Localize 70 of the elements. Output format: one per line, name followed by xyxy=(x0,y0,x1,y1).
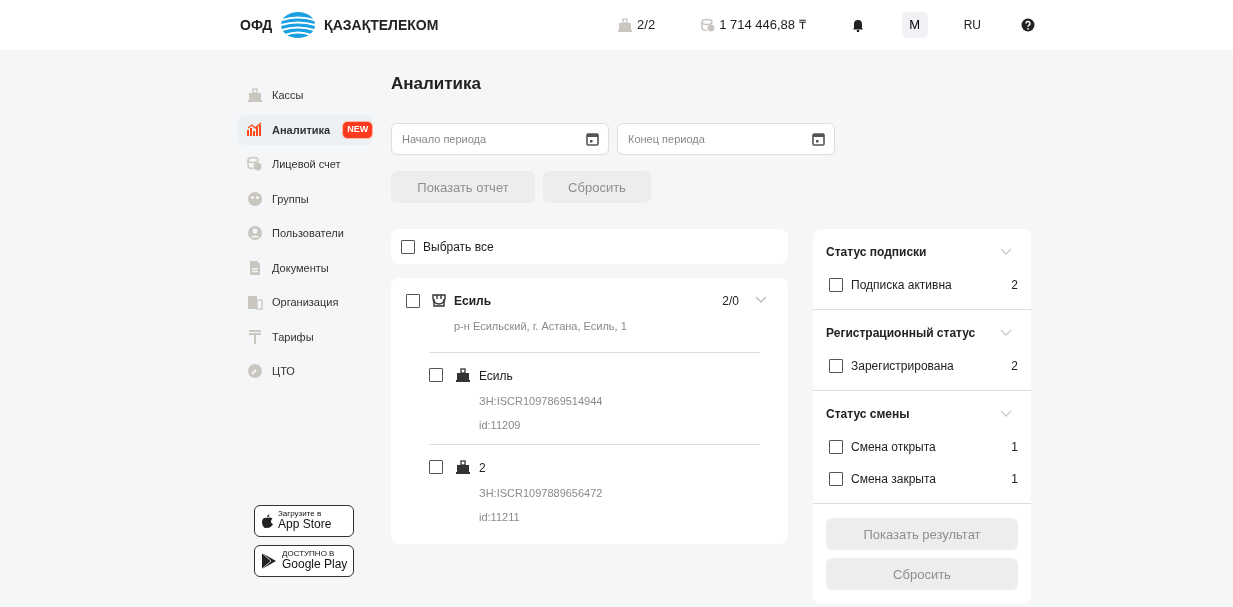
document-icon xyxy=(247,259,263,276)
kkm-count: 2/2 xyxy=(637,16,656,35)
register-name: Есиль xyxy=(479,367,514,385)
user-icon xyxy=(247,225,263,242)
play-icon xyxy=(261,552,277,570)
tenge-icon xyxy=(247,328,263,345)
language-selector[interactable]: RU xyxy=(963,16,981,34)
sidebar-item[interactable]: Организация xyxy=(238,287,372,318)
help-icon[interactable] xyxy=(1021,18,1035,32)
register-count: 2/0 xyxy=(722,293,739,311)
sidebar-item[interactable]: Кассы xyxy=(238,80,372,111)
filter-option: Смена закрыта xyxy=(851,470,1004,489)
chart-icon xyxy=(247,121,263,138)
logo-text: ОФД xyxy=(240,15,273,35)
store-address: р-н Есильский, г. Астана, Есиль, 1 xyxy=(454,319,628,335)
group-icon xyxy=(247,190,263,207)
coins-icon xyxy=(247,156,263,173)
option-count: 2 xyxy=(1011,277,1018,295)
cash-register-icon xyxy=(455,458,471,475)
filter-title: Статус подписки xyxy=(826,244,927,262)
date-field[interactable]: Конец периода xyxy=(617,123,835,156)
option-count: 2 xyxy=(1011,358,1018,376)
date-field[interactable]: Начало периода xyxy=(391,123,609,156)
cash-register-icon xyxy=(455,366,471,383)
checkbox[interactable] xyxy=(429,459,443,474)
calendar-icon xyxy=(812,132,825,147)
sidebar-item[interactable]: Лицевой счет xyxy=(238,149,372,180)
new-tag: NEW xyxy=(343,122,373,138)
checkbox[interactable] xyxy=(829,359,843,374)
filter-option: Зарегистрирована xyxy=(851,357,1004,376)
option-count: 1 xyxy=(1011,471,1018,489)
checkbox[interactable] xyxy=(829,440,843,455)
sidebar-item[interactable]: Тарифы xyxy=(238,321,372,352)
store-badge[interactable]: Загрузите в App Store xyxy=(254,505,354,537)
register-id: id:11211 xyxy=(479,510,521,526)
building-icon xyxy=(247,294,263,311)
select-all-label: Выбрать все xyxy=(423,238,494,256)
globe-logo-icon xyxy=(280,11,317,39)
store-icon xyxy=(432,293,446,308)
serial-number: ЗН:ISCR1097889656472 xyxy=(479,485,603,501)
sidebar-item[interactable]: Документы xyxy=(238,252,372,283)
coins-icon xyxy=(701,18,716,32)
option-count: 1 xyxy=(1011,439,1018,457)
checkbox[interactable] xyxy=(406,294,420,309)
sidebar-item[interactable]: Группы xyxy=(238,183,372,214)
balance: 1 714 446,88 ₸ xyxy=(719,16,806,35)
sidebar-item[interactable]: Пользователи xyxy=(238,218,372,249)
store-name: Есиль xyxy=(454,293,493,311)
sidebar-item[interactable]: ЦТО xyxy=(238,356,372,387)
page-title: Аналитика xyxy=(391,74,482,95)
checkbox[interactable] xyxy=(829,278,843,293)
sidebar-item[interactable]: Аналитика NEW xyxy=(238,114,372,145)
register-id: id:11209 xyxy=(479,418,522,434)
checkbox[interactable] xyxy=(429,367,443,382)
filter-title: Регистрационный статус xyxy=(826,325,976,343)
apple-icon xyxy=(261,514,273,528)
checkbox[interactable] xyxy=(401,239,415,254)
serial-number: ЗН:ISCR1097869514944 xyxy=(479,393,603,409)
checkbox[interactable] xyxy=(829,472,843,487)
store-badge[interactable]: ДОСТУПНО В Google Play xyxy=(254,545,354,577)
register-name: 2 xyxy=(479,459,487,477)
bell-icon[interactable] xyxy=(851,18,864,32)
filter-title: Статус смены xyxy=(826,406,910,424)
filter-option: Смена открыта xyxy=(851,438,1004,457)
cash-register-icon xyxy=(247,87,263,104)
cash-register-icon xyxy=(617,17,634,33)
user-avatar[interactable]: M xyxy=(901,12,928,38)
filter-option: Подписка активна xyxy=(851,276,1004,295)
calendar-icon xyxy=(586,132,599,147)
brand-name: ҚАЗАҚТЕЛЕКОМ xyxy=(324,15,439,35)
